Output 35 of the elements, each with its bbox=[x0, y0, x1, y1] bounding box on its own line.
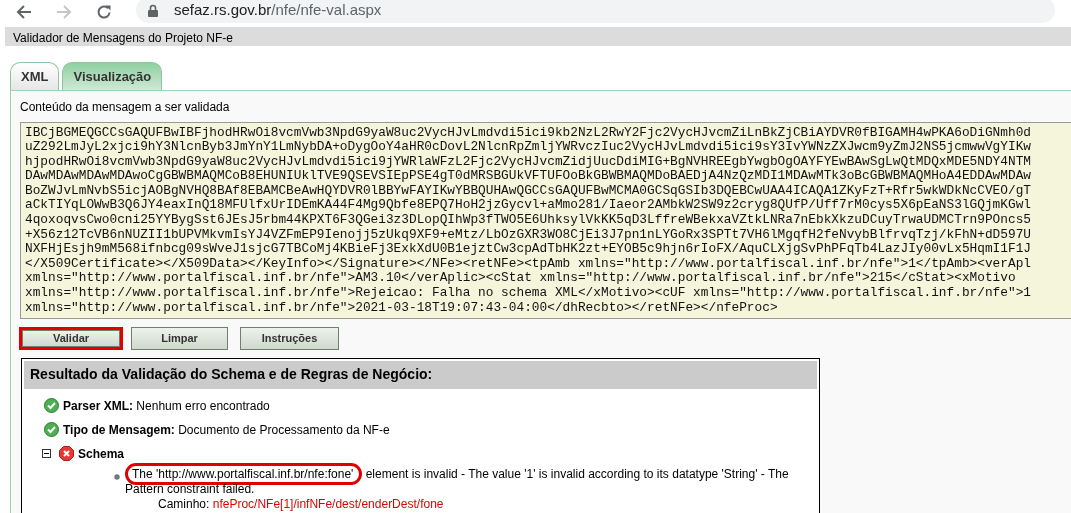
check-icon bbox=[44, 422, 59, 438]
xml-text-line: aCkTIYqLOWwB3Q6JY4eaxInQ18MFUlfxUrIDEmKA44F4Mg9Qbfe8EPQ7HoH2jzGycvl+aMmo281/Iaeor2AMbkW2SW9z2cryg8QUfP/Uff7rM0cys5X6pEaNS3lGQjmKGwl bbox=[25, 198, 1032, 214]
xml-text-line: BoZWJvLmNvbS5icjAOBgNVHQ8BAf8EBAMCBeAwHQYDVR0lBBYwFAYIKwYBBQUHAwQGCCsGAQUFBwMCMA0GCSqGSIb3DQEBCwUAA4ICAQA1ZKyFzT+Rfr5wkWDkNcCVEO/gT bbox=[25, 183, 1032, 199]
bullet-icon bbox=[114, 473, 120, 480]
error-message: The 'http://www.portalfiscal.inf.br/nfe:fone' element is invalid - The value '1' is invalid according to its datatype 'String' - The Pattern constraint failed. bbox=[125, 466, 815, 497]
xml-text-line: xmlns="http://www.portalfiscal.inf.br/nfe">2021-03-18T19:07:43-04:00</dhRecbto></retNFe></nfeProc> bbox=[25, 300, 779, 316]
check-icon bbox=[44, 398, 59, 414]
xml-text-line: 4qoxoqvsCwo0cni25YYBygSst6JEsJ5rbm44KPXT6F3QGei3z3DLopQIhWp3fTWO5E6UhksylVkKK5qD3LffreWBekxaVZtkLNRa7nEbkXkzuDCuyTrwaUDMCTrn9POncs5 bbox=[25, 213, 1032, 228]
xml-text-line: +X56z12TcVB6nNUZII1bUPVMkvmIsYJ4VZFmEP9Ienojj5zUkq9XF9+eMtz/LbOzGXR3WO8CjEi3J7pn1nLYGoRx3SPTt7VH6lMgqfH2feNvybBlfrvqTzj/kFhN+dD597U bbox=[25, 227, 1032, 243]
xml-text-line: uZ292LmJyL2xjci9hY3NlcnByb3JmYnY1LmNybDA+oDygOoY4aHR0cDovL2NlcnRpZmljYWRvczIuc2VycHJvLmdvdi5ici9sY3IvYWNzZXJwcm9yZmJ2NS5jcmwwVgYIKw bbox=[25, 140, 1032, 155]
button[interactable]: Limpar bbox=[131, 327, 228, 350]
error-icon bbox=[59, 446, 74, 462]
xml-text-line: IBCjBGMEQGCCsGAQUFBwIBFjhodHRwOi8vcmVwb3NpdG9yaW8uc2VycHJvLmdvdi5ici9kb2NzL2RwY2Fjc2VycHJvcmZiLnBkZjCBiAYDVR0fBIGAMH4wPKA6oDiGNmh0d bbox=[25, 125, 1032, 141]
collapse-icon[interactable] bbox=[42, 449, 51, 459]
xml-text-line: hjpodHRwOi8vcmVwb3NpdG9yaW8uc2VycHJvLmdvdi5ici9jYWRlaWFzL2Fjc2VycHJvcmZidjUucDdiMIG+BgNVHREEgbYwgbOgOAYFYEwBAwSgLwQtMDQxMDE5NDY4NTM bbox=[25, 154, 1032, 170]
field-label: Conteúdo da mensagem a ser validada bbox=[20, 98, 231, 116]
tab[interactable]: XML bbox=[10, 62, 60, 90]
results-title: Resultado da Validação do Schema e de Regras de Negócio: bbox=[22, 358, 819, 389]
xml-text-line: xmlns="http://www.portalfiscal.inf.br/nfe">Rejeicao: Falha no schema XML</xMotivo><cUF xmlns="http://www.portalfiscal.inf.br/nfe">1 bbox=[25, 286, 1032, 301]
lock-icon[interactable] bbox=[148, 3, 158, 17]
button[interactable]: Instruções bbox=[240, 327, 339, 350]
xml-input-field[interactable] bbox=[20, 121, 1071, 320]
error-path: Caminho: nfeProc/NFe[1]/infNFe/dest/enderDest/fone bbox=[158, 495, 445, 513]
back-icon[interactable] bbox=[16, 4, 32, 20]
xml-text-line: xmlns="http://www.portalfiscal.inf.br/nfe">AM3.10</verAplic><cStat xmlns="http://www.portalfiscal.inf.br/nfe">215</cStat><xMotivo bbox=[25, 271, 1017, 287]
button[interactable]: Validar bbox=[19, 327, 123, 350]
page-header: Validador de Mensagens do Projeto NF-e bbox=[5, 27, 1071, 46]
reload-icon[interactable] bbox=[96, 4, 112, 20]
xml-text-line: </X509Certificate></X509Data></KeyInfo></Signature></NFe><retNFe><tpAmb xmlns="http://www.portalfiscal.inf.br/nfe">1</tpAmb><verApl bbox=[25, 256, 1032, 272]
result-label: Schema bbox=[78, 445, 125, 463]
tab[interactable]: Visualização bbox=[62, 62, 163, 90]
xml-text-line: DAwMDAwMDAwMDAwoCgGBWBMAQMCoB8EHUNIUklTVE9QSEVSIEpPSE4gT0dMRSBGUkVFTUFOoBkGBWBMAQMDoBAEDjA4NzQzMDI1MDAwMTk3oBcGBWBMAQMHoA4EDDAwMDAw bbox=[25, 169, 1032, 184]
xml-text-line: NXFHjEsjh9mM568ifnbcg09sWveJ1sjcG7TBCoMj4KBieFj3ExkXdU0B1ejztCw3cpAdTbHK2zt+EYOB5c9hjn6rIoFX/AquCLXjgSvPhPFqTb4LazJIy00vLx5HqmI1F1J bbox=[25, 242, 1032, 257]
result-text: Parser XML: Nenhum erro encontrado bbox=[63, 397, 270, 415]
result-text: Tipo de Mensagem: Documento de Processamento da NF-e bbox=[63, 421, 390, 439]
